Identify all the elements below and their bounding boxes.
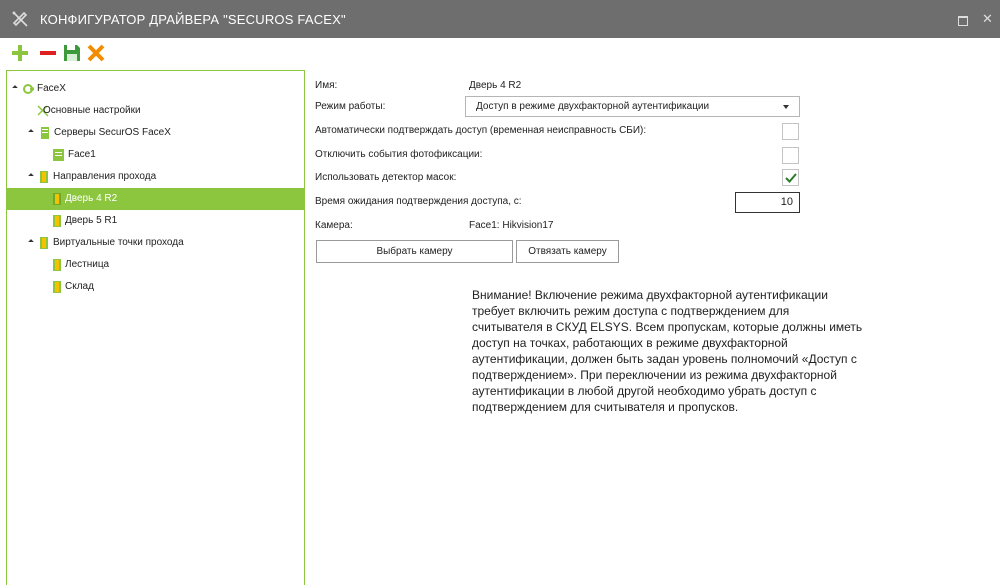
window-close-icon[interactable]: ✕ [982,11,993,27]
disable-photo-label: Отключить события фотофиксации: [315,149,483,160]
tree-label: Основные настройки [43,105,141,116]
tree-label: Face1 [68,149,96,160]
mode-select[interactable]: Доступ в режиме двухфакторной аутентифик… [465,96,800,117]
auto-confirm-checkbox[interactable] [782,123,799,140]
maximize-icon[interactable] [958,16,968,26]
warning-line: требует включить режим доступа с подтвер… [472,304,790,318]
facex-icon [23,84,34,94]
face-server-icon [53,149,64,161]
name-label: Имя: [315,80,338,91]
name-value: Дверь 4 R2 [469,80,522,91]
mask-detector-checkbox[interactable] [782,169,799,186]
warning-line: подтверждением для считывателя и пропуск… [472,400,739,414]
auto-confirm-label: Автоматически подтверждать доступ (време… [315,125,647,136]
warning-line: считывателя в СКУД ELSYS. Всем пропускам… [472,320,863,334]
wait-time-label: Время ожидания подтверждения доступа, с: [315,196,522,207]
unbind-camera-button[interactable]: Отвязать камеру [516,240,619,263]
tree-node-basic-settings[interactable]: Основные настройки [7,100,304,122]
door-icon [53,215,61,227]
tree-node-directions[interactable]: Направления прохода [7,166,304,188]
tree-label: Дверь 5 R1 [65,215,118,226]
tree-label: Склад [65,281,94,292]
plus-icon[interactable] [10,43,30,63]
warning-line: аутентификации, должен быть задан уровен… [472,352,857,366]
tree-node-stairs[interactable]: Лестница [7,254,304,276]
tree-label: Виртуальные точки прохода [53,237,184,248]
tree-node-facex[interactable]: FaceX [7,78,304,100]
mode-select-value: Доступ в режиме двухфакторной аутентифик… [476,101,710,112]
door-icon [53,259,61,271]
minus-icon[interactable] [38,43,58,63]
warning-line: подтверждением». При переключении из реж… [472,368,837,382]
disable-photo-checkbox[interactable] [782,147,799,164]
chevron-down-icon [783,105,789,109]
tree-label: Серверы SecurOS FaceX [54,127,171,138]
cancel-icon[interactable] [86,43,106,63]
camera-label: Камера: [315,220,353,231]
door-icon [40,171,48,183]
mode-label: Режим работы: [315,101,386,112]
window-title: КОНФИГУРАТОР ДРАЙВЕРА "SECUROS FACEX" [40,12,346,27]
warning-line: аутентификации в любой другой необходимо… [472,384,817,398]
save-icon[interactable] [62,43,82,63]
door-icon [53,193,61,205]
tree-label: Лестница [65,259,110,270]
toolbar [0,38,1000,68]
warning-line: доступ на точках, работающих в режиме дв… [472,336,788,350]
server-icon [41,127,49,139]
config-tree: FaceX Основные настройки Серверы SecurOS… [6,70,305,585]
tree-node-face1[interactable]: Face1 [7,144,304,166]
checkmark-icon [785,173,797,183]
tree-node-virtual-points[interactable]: Виртуальные точки прохода [7,232,304,254]
mask-detector-label: Использовать детектор масок: [315,172,457,183]
tree-node-door4[interactable]: Дверь 4 R2 [7,188,304,210]
camera-value: Face1: Hikvision17 [469,220,554,231]
tree-label: Направления прохода [53,171,157,182]
title-bar: КОНФИГУРАТОР ДРАЙВЕРА "SECUROS FACEX" ✕ [0,0,1000,38]
door-icon [40,237,48,249]
tree-label: FaceX [37,83,66,94]
tools-icon [12,11,28,27]
tree-node-servers[interactable]: Серверы SecurOS FaceX [7,122,304,144]
tree-node-warehouse[interactable]: Склад [7,276,304,298]
wait-time-input[interactable]: 10 [735,192,800,213]
tree-node-door5[interactable]: Дверь 5 R1 [7,210,304,232]
select-camera-button[interactable]: Выбрать камеру [316,240,513,263]
warning-line: Внимание! Включение режима двухфакторной… [472,288,828,302]
door-icon [53,281,61,293]
warning-text: Внимание! Включение режима двухфакторной… [472,287,902,415]
tree-label: Дверь 4 R2 [65,193,118,204]
